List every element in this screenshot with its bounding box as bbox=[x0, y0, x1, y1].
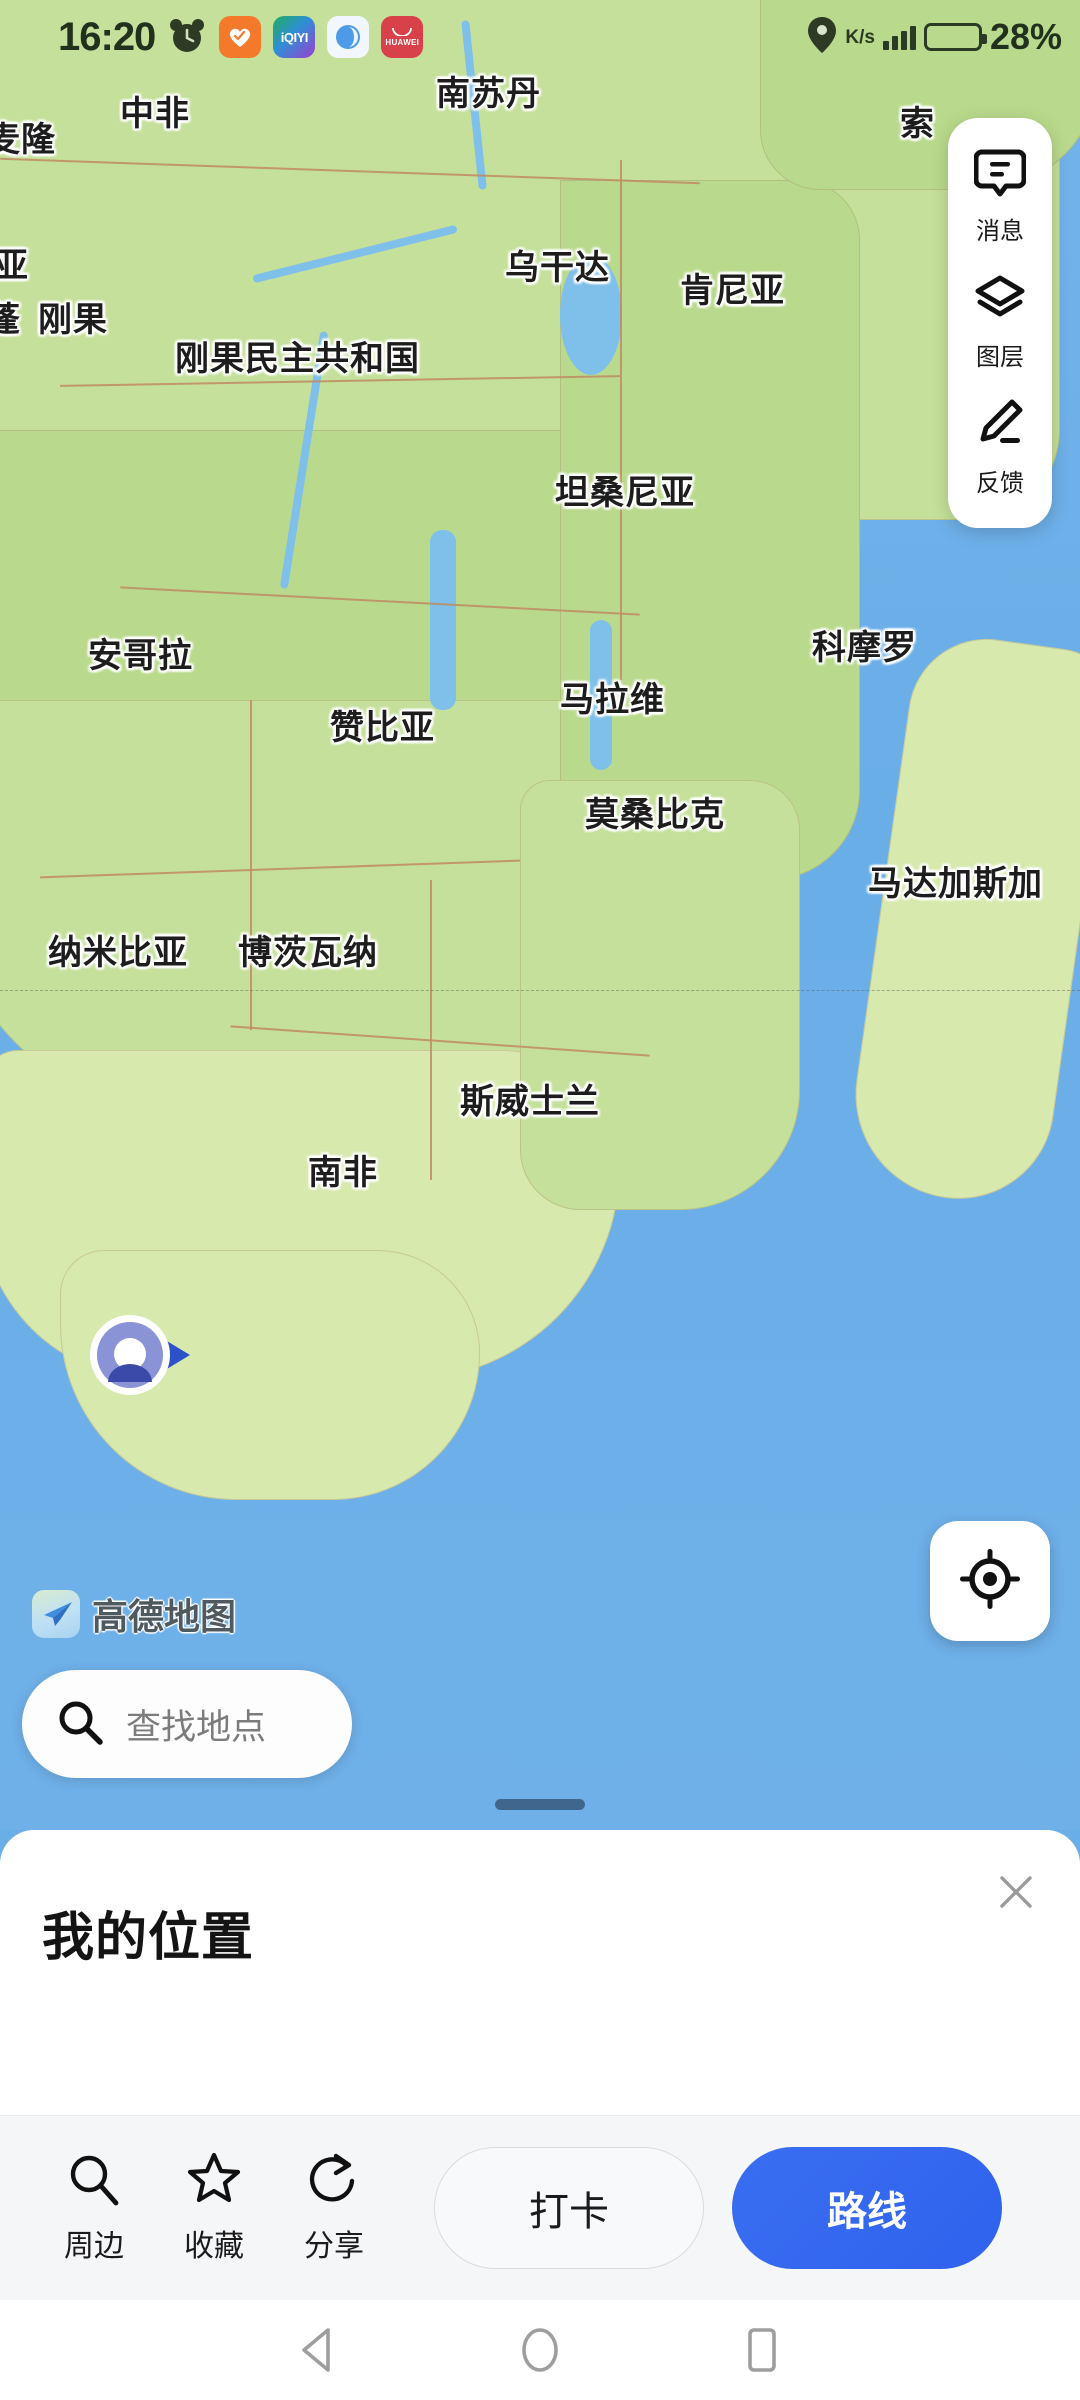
android-nav-bar bbox=[0, 2300, 1080, 2400]
huawei-app-icon: HUAWEI bbox=[381, 16, 424, 58]
map-country-label: 亚 bbox=[0, 247, 29, 285]
map-country-label: 索 bbox=[900, 105, 935, 143]
border-line bbox=[430, 880, 432, 1180]
sheet-drag-handle[interactable] bbox=[495, 1799, 585, 1810]
map-country-label: 中非 bbox=[120, 95, 190, 133]
brand-watermark: 高德地图 bbox=[32, 1588, 236, 1640]
tool-item-label: 反馈 bbox=[976, 470, 1024, 497]
landmass-mozambique bbox=[520, 780, 800, 1210]
amap-paper-plane-logo bbox=[32, 1590, 80, 1638]
place-title: 我的位置 bbox=[42, 1909, 255, 1967]
equator-line bbox=[0, 990, 1080, 991]
map-country-label: 博茨瓦纳 bbox=[238, 934, 378, 972]
user-location-marker[interactable] bbox=[86, 1312, 196, 1398]
tool-item-layers[interactable]: 图层 bbox=[948, 262, 1052, 384]
locate-me-button[interactable] bbox=[930, 1521, 1050, 1641]
status-bar-right: K/s 28% bbox=[807, 16, 1062, 59]
action-nearby[interactable]: 周边 bbox=[34, 2151, 154, 2265]
action-share[interactable]: 分享 bbox=[274, 2151, 394, 2265]
search-nearby-icon bbox=[66, 2151, 122, 2212]
browser-app-icon bbox=[327, 16, 370, 58]
place-action-bar: 周边 收藏 分享 打卡 路线 bbox=[0, 2115, 1080, 2300]
message-bubble-icon bbox=[973, 146, 1027, 203]
action-label: 分享 bbox=[304, 2230, 364, 2263]
map-country-label: 南非 bbox=[308, 1154, 378, 1192]
location-pin-icon bbox=[807, 16, 837, 59]
status-bar-left: 16:20 iQIYI HUAWEI bbox=[58, 14, 424, 60]
pencil-edit-icon bbox=[974, 398, 1026, 455]
checkin-label: 打卡 bbox=[529, 2190, 609, 2234]
map-country-label: 斯威士兰 bbox=[460, 1083, 600, 1121]
nav-recents-square-icon[interactable] bbox=[726, 2314, 798, 2386]
tool-item-messages[interactable]: 消息 bbox=[948, 136, 1052, 258]
tool-item-label: 图层 bbox=[976, 344, 1024, 371]
map-country-label: 刚果 bbox=[38, 301, 108, 339]
brand-name-label: 高德地图 bbox=[92, 1596, 237, 1637]
map-tool-panel: 消息 图层 反馈 bbox=[948, 118, 1052, 528]
map-country-label: 蓬 bbox=[0, 301, 21, 339]
action-favorite[interactable]: 收藏 bbox=[154, 2151, 274, 2265]
signal-bars-icon bbox=[882, 24, 916, 50]
battery-percent-label: 28% bbox=[989, 16, 1062, 57]
nav-home-circle-icon[interactable] bbox=[504, 2314, 576, 2386]
map-country-label: 马达加斯加 bbox=[868, 865, 1043, 903]
layers-icon bbox=[974, 272, 1026, 329]
map-country-label: 马拉维 bbox=[560, 681, 665, 719]
route-label: 路线 bbox=[827, 2190, 907, 2234]
close-icon[interactable] bbox=[988, 1864, 1044, 1920]
status-bar: 16:20 iQIYI HUAWEI K/s 28% bbox=[0, 0, 1080, 74]
border-line bbox=[250, 700, 252, 1030]
map-country-label: 坦桑尼亚 bbox=[555, 474, 695, 512]
route-button[interactable]: 路线 bbox=[732, 2147, 1002, 2269]
map-country-label: 麦隆 bbox=[0, 121, 56, 159]
map-country-label: 乌干达 bbox=[505, 249, 610, 287]
crosshair-locate-icon bbox=[958, 1547, 1022, 1616]
lake-tanganyika bbox=[430, 530, 456, 710]
share-icon bbox=[306, 2151, 362, 2212]
map-country-label: 安哥拉 bbox=[88, 637, 193, 675]
checkin-button[interactable]: 打卡 bbox=[434, 2147, 704, 2269]
nav-back-triangle-icon[interactable] bbox=[282, 2314, 354, 2386]
map-country-label: 纳米比亚 bbox=[48, 934, 188, 972]
map-country-label: 赞比亚 bbox=[330, 709, 435, 747]
search-box[interactable]: 查找地点 bbox=[22, 1670, 352, 1778]
tool-item-feedback[interactable]: 反馈 bbox=[948, 388, 1052, 510]
health-app-icon bbox=[219, 16, 262, 58]
network-speed-label: K/s bbox=[845, 26, 875, 48]
map-country-label: 科摩罗 bbox=[812, 629, 917, 667]
map-country-label: 莫桑比克 bbox=[585, 796, 725, 834]
alarm-clock-icon bbox=[167, 16, 207, 58]
border-line bbox=[620, 160, 622, 680]
search-input[interactable]: 查找地点 bbox=[126, 1699, 266, 1750]
star-icon bbox=[186, 2151, 242, 2212]
search-icon bbox=[56, 1698, 104, 1751]
battery-icon bbox=[923, 23, 987, 51]
action-label: 周边 bbox=[64, 2230, 124, 2263]
iqiyi-label: iQIYI bbox=[280, 29, 309, 45]
action-label: 收藏 bbox=[184, 2230, 244, 2263]
iqiyi-app-icon: iQIYI bbox=[273, 16, 316, 58]
huawei-label: HUAWEI bbox=[385, 38, 420, 47]
map-country-label: 肯尼亚 bbox=[680, 272, 785, 310]
map-country-label: 刚果民主共和国 bbox=[175, 340, 420, 378]
status-bar-clock: 16:20 bbox=[58, 14, 156, 59]
tool-item-label: 消息 bbox=[976, 218, 1024, 245]
